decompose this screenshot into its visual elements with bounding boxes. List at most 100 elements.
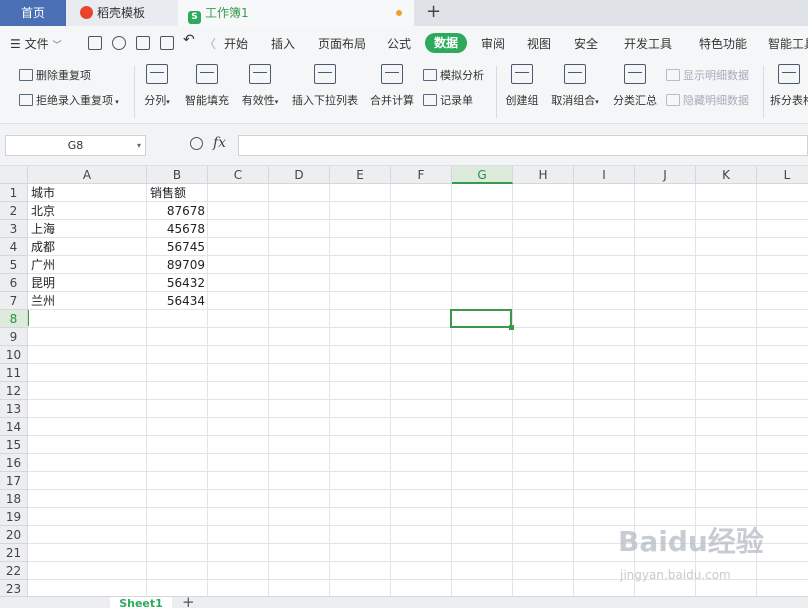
column-header-h[interactable]: H (513, 166, 574, 184)
menu-view[interactable]: 视图 (527, 35, 551, 52)
row-header-19[interactable]: 19 (0, 508, 28, 526)
cell-b2[interactable]: 87678 (147, 202, 208, 220)
tab-home[interactable]: 首页 (0, 0, 66, 26)
merge-calc-button[interactable]: 合并计算 (368, 64, 416, 108)
save-icon[interactable] (88, 36, 102, 50)
cell-b3[interactable]: 45678 (147, 220, 208, 238)
subtotal-icon (624, 64, 646, 84)
reject-duplicates-button[interactable]: 拒绝录入重复项 ▾ (19, 92, 119, 108)
format-painter-icon[interactable] (112, 36, 126, 50)
smart-fill-button[interactable]: 智能填充 (183, 64, 231, 108)
row-header-22[interactable]: 22 (0, 562, 28, 580)
undo-icon[interactable]: ↶ (183, 32, 195, 48)
show-detail-button[interactable]: 显示明细数据 (666, 67, 749, 83)
row-header-15[interactable]: 15 (0, 436, 28, 454)
menu-features[interactable]: 特色功能 (699, 35, 747, 52)
remove-duplicates-button[interactable]: 删除重复项 (19, 67, 91, 83)
menu-developer[interactable]: 开发工具 (624, 35, 672, 52)
row-header-17[interactable]: 17 (0, 472, 28, 490)
cell-b6[interactable]: 56432 (147, 274, 208, 292)
row-header-5[interactable]: 5 (0, 256, 28, 274)
row-header-9[interactable]: 9 (0, 328, 28, 346)
cell-a2[interactable]: 北京 (28, 202, 147, 220)
fx-icon[interactable]: fx (213, 135, 226, 151)
column-header-k[interactable]: K (696, 166, 757, 184)
row-header-4[interactable]: 4 (0, 238, 28, 256)
menu-start[interactable]: 开始 (224, 35, 248, 52)
split-table-button[interactable]: 拆分表格 (770, 64, 808, 108)
create-group-button[interactable]: 创建组 (503, 64, 541, 108)
split-columns-button[interactable]: 分列▾ (141, 64, 173, 108)
menu-review[interactable]: 审阅 (481, 35, 505, 52)
cell-b5[interactable]: 89709 (147, 256, 208, 274)
row-header-2[interactable]: 2 (0, 202, 28, 220)
tab-workbook[interactable]: S 工作簿1 (178, 0, 414, 26)
menu-file[interactable]: ☰ 文件 ﹀ (10, 35, 61, 52)
chevron-down-icon: ▾ (595, 98, 599, 106)
column-header-j[interactable]: J (635, 166, 696, 184)
record-form-button[interactable]: 记录单 (423, 92, 473, 108)
row-header-8[interactable]: 8 (0, 310, 28, 328)
select-all-corner[interactable] (0, 166, 28, 184)
active-cell-g8[interactable] (450, 309, 514, 330)
column-header-f[interactable]: F (391, 166, 452, 184)
row-header-16[interactable]: 16 (0, 454, 28, 472)
redo-icon[interactable]: 〈 (204, 35, 216, 52)
menu-formula[interactable]: 公式 (387, 35, 411, 52)
cell-a7[interactable]: 兰州 (28, 292, 147, 310)
column-header-l[interactable]: L (757, 166, 808, 184)
simulate-analysis-button[interactable]: 模拟分析 (423, 67, 484, 83)
cell-b4[interactable]: 56745 (147, 238, 208, 256)
cell-b7[interactable]: 56434 (147, 292, 208, 310)
column-header-e[interactable]: E (330, 166, 391, 184)
column-header-a[interactable]: A (28, 166, 147, 184)
column-header-c[interactable]: C (208, 166, 269, 184)
row-header-10[interactable]: 10 (0, 346, 28, 364)
add-sheet-button[interactable]: + (182, 593, 195, 608)
cell-a5[interactable]: 广州 (28, 256, 147, 274)
cell-b1[interactable]: 销售额 (147, 184, 208, 202)
zoom-magnifier-icon[interactable] (190, 137, 203, 150)
cell-a3[interactable]: 上海 (28, 220, 147, 238)
row-header-14[interactable]: 14 (0, 418, 28, 436)
row-header-13[interactable]: 13 (0, 400, 28, 418)
print-icon[interactable] (136, 36, 150, 50)
hide-detail-button[interactable]: 隐藏明细数据 (666, 92, 749, 108)
print-preview-icon[interactable] (160, 36, 174, 50)
grid-column-line (268, 184, 269, 596)
chevron-down-icon[interactable]: ▾ (137, 136, 141, 155)
row-header-1[interactable]: 1 (0, 184, 28, 202)
row-header-23[interactable]: 23 (0, 580, 28, 596)
sheet-tab-sheet1[interactable]: Sheet1 (110, 597, 172, 608)
menu-data[interactable]: 数据 (425, 33, 467, 53)
row-header-7[interactable]: 7 (0, 292, 28, 310)
row-header-18[interactable]: 18 (0, 490, 28, 508)
insert-dropdown-list-button[interactable]: 插入下拉列表 (290, 64, 360, 108)
menu-smart-tools[interactable]: 智能工具 (768, 35, 808, 52)
formula-input[interactable] (238, 135, 808, 156)
menu-insert[interactable]: 插入 (271, 35, 295, 52)
validity-button[interactable]: 有效性▾ (238, 64, 282, 108)
column-header-b[interactable]: B (147, 166, 208, 184)
menu-security[interactable]: 安全 (574, 35, 598, 52)
row-header-6[interactable]: 6 (0, 274, 28, 292)
name-box[interactable]: G8 ▾ (5, 135, 146, 156)
row-header-3[interactable]: 3 (0, 220, 28, 238)
row-header-21[interactable]: 21 (0, 544, 28, 562)
menu-page-layout[interactable]: 页面布局 (318, 35, 366, 52)
cell-a6[interactable]: 昆明 (28, 274, 147, 292)
new-tab-button[interactable]: + (426, 0, 441, 26)
row-header-20[interactable]: 20 (0, 526, 28, 544)
grid-column-line (573, 184, 574, 596)
column-header-d[interactable]: D (269, 166, 330, 184)
column-header-i[interactable]: I (574, 166, 635, 184)
tab-template[interactable]: 稻壳模板 (66, 0, 178, 26)
row-header-12[interactable]: 12 (0, 382, 28, 400)
ungroup-button[interactable]: 取消组合▾ (547, 64, 603, 108)
cell-a4[interactable]: 成都 (28, 238, 147, 256)
cell-a1[interactable]: 城市 (28, 184, 147, 202)
row-header-11[interactable]: 11 (0, 364, 28, 382)
column-header-g[interactable]: G (452, 166, 513, 184)
subtotal-button[interactable]: 分类汇总 (610, 64, 660, 108)
grid-row-line (28, 489, 808, 490)
